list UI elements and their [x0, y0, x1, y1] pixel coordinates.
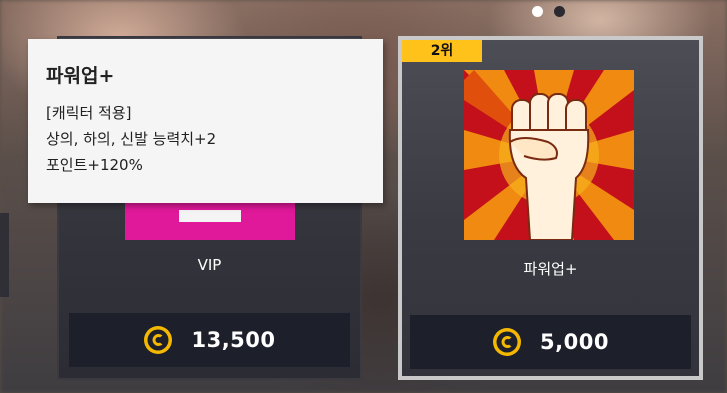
item-name: VIP	[197, 256, 222, 274]
coin-c-icon	[144, 326, 173, 354]
coin-c-icon	[493, 328, 522, 356]
vip-art-bar	[179, 210, 241, 222]
buy-button-vip[interactable]: 13,500	[69, 313, 350, 367]
tooltip-line: 포인트+120%	[46, 156, 143, 174]
page-dot-1[interactable]	[532, 6, 543, 17]
price-label: 13,500	[191, 328, 276, 352]
tooltip-line: [캐릭터 적용]	[46, 104, 132, 122]
page-indicator	[532, 6, 565, 17]
item-tooltip: 파워업+ [캐릭터 적용] 상의, 하의, 신발 능력치+2 포인트+120%	[28, 39, 383, 203]
tooltip-line: 상의, 하의, 신발 능력치+2	[46, 130, 217, 148]
rank-badge: 2위	[402, 40, 482, 62]
tooltip-title: 파워업+	[46, 65, 115, 87]
buy-button-powerup[interactable]: 5,000	[410, 315, 691, 369]
item-name: 파워업+	[523, 260, 578, 278]
shop-card-powerup[interactable]: 2위 파워업+ 5,000	[398, 36, 703, 380]
price-label: 5,000	[540, 330, 609, 354]
raised-fist-icon	[464, 70, 634, 240]
previous-card-edge[interactable]	[0, 213, 9, 297]
page-dot-2[interactable]	[554, 6, 565, 17]
